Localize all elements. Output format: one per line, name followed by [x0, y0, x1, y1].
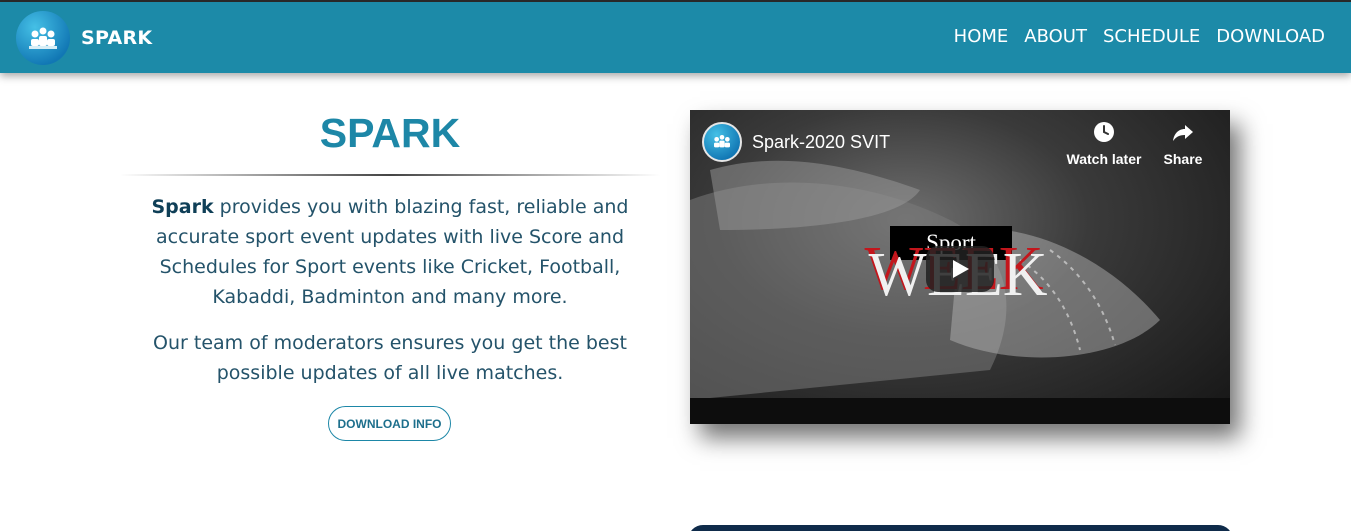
video-embed[interactable]: Sport WEEK Spark-2020 SVIT Watch later S…	[690, 110, 1230, 424]
hero-description-strong: Spark	[151, 196, 214, 218]
video-bottom-bar	[690, 398, 1230, 424]
play-button[interactable]	[926, 246, 994, 292]
hero-title: SPARK	[319, 110, 461, 156]
video-title[interactable]: Spark-2020 SVIT	[752, 132, 890, 153]
watch-later-label: Watch later	[1066, 151, 1142, 167]
podium-people-icon	[29, 27, 57, 49]
logo[interactable]	[16, 11, 70, 65]
play-icon	[953, 260, 969, 278]
podium-people-icon	[714, 135, 730, 148]
nav-download[interactable]: DOWNLOAD	[1216, 26, 1325, 47]
nav-about[interactable]: ABOUT	[1024, 26, 1087, 47]
download-info-button[interactable]: DOWNLOAD INFO	[328, 406, 451, 441]
watch-later-button[interactable]: Watch later	[1064, 120, 1144, 167]
clock-icon	[1094, 122, 1114, 142]
navbar: SPARK HOME ABOUT SCHEDULE DOWNLOAD	[0, 2, 1351, 73]
nav-home[interactable]: HOME	[954, 26, 1009, 47]
brand-name[interactable]: SPARK	[81, 27, 152, 49]
share-label: Share	[1163, 151, 1203, 167]
share-arrow-icon	[1173, 125, 1193, 141]
channel-avatar[interactable]	[702, 122, 742, 162]
hero-description-rest: provides you with blazing fast, reliable…	[155, 196, 629, 308]
title-divider	[120, 174, 660, 176]
nav-links: HOME ABOUT SCHEDULE DOWNLOAD	[954, 26, 1325, 47]
share-button[interactable]: Share	[1143, 120, 1223, 167]
nav-schedule[interactable]: SCHEDULE	[1103, 26, 1200, 47]
hero-moderators-text: Our team of moderators ensures you get t…	[153, 332, 627, 384]
next-section-bar	[688, 525, 1233, 531]
hero-description: Spark provides you with blazing fast, re…	[120, 192, 660, 312]
